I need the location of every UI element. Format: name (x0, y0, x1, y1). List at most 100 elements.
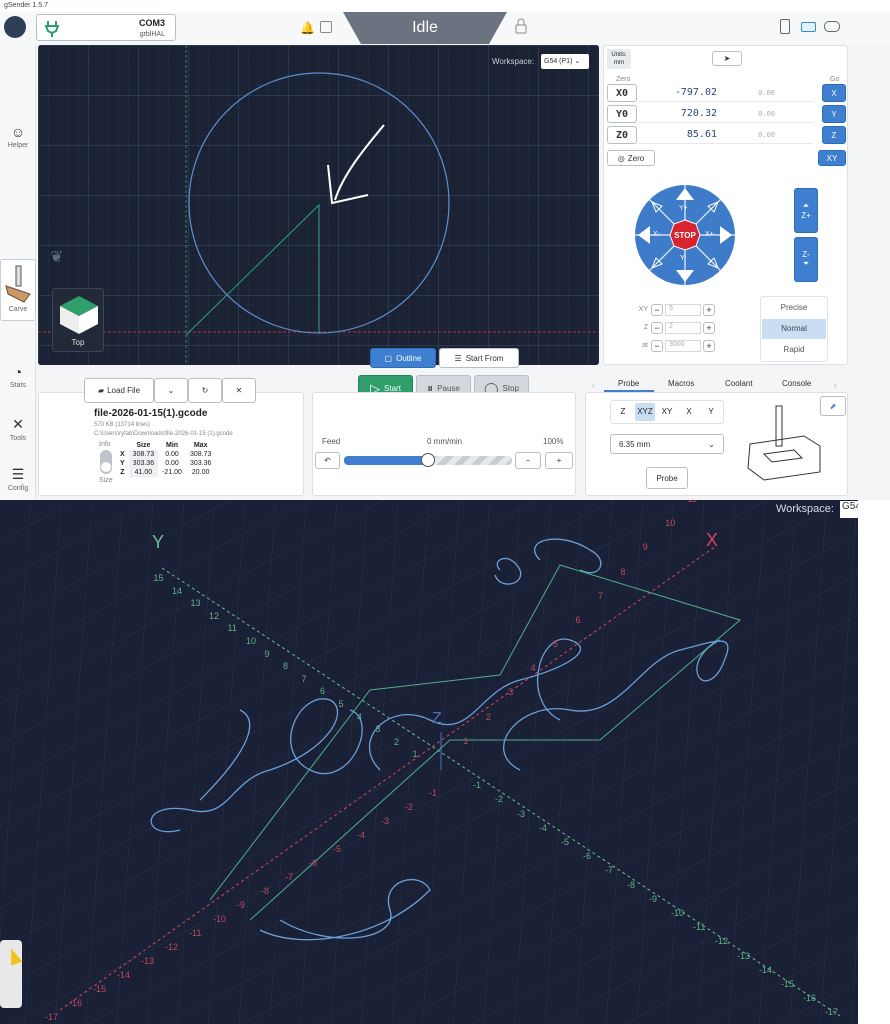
go-xy-button[interactable]: XY (818, 150, 846, 166)
view-cube-button[interactable]: Top (52, 288, 104, 352)
recent-files-button[interactable]: ⌄ (154, 378, 188, 403)
step-xy-value: 5 (669, 305, 673, 312)
tab-probe[interactable]: Probe (618, 379, 639, 388)
size-cell: 308.73 (128, 450, 159, 459)
workspace-select[interactable]: G54 (P1) ⌄ (541, 54, 589, 69)
y-tick-label: 12 (209, 610, 220, 621)
probe-axis-xyz[interactable]: XYZ (635, 403, 655, 421)
x-tick-label: 8 (620, 566, 626, 577)
zero-x-button[interactable]: X0 (607, 84, 637, 102)
info-size-toggle[interactable] (100, 450, 112, 474)
visualizer-3d[interactable]: Workspace: G54 Y X Z 1234567891011121314… (0, 500, 858, 1024)
stop-jog-button[interactable]: STOP (671, 231, 699, 240)
size-cell: Z (120, 469, 125, 476)
bell-icon[interactable]: 🔔 (300, 21, 315, 35)
step-speed-input[interactable]: 3000 (665, 340, 701, 352)
jog-speed-rapid[interactable]: Rapid (762, 340, 826, 360)
step-xy-increase[interactable]: + (703, 304, 715, 316)
outline-label: Outline (396, 353, 422, 363)
step-speed-label: at (642, 342, 648, 349)
external-link-icon: ⬈ (829, 401, 837, 411)
x-tick-label: -15 (93, 984, 107, 994)
axis-work-position: -797.02 (674, 87, 717, 98)
zero-all-button[interactable]: ◎ Zero (607, 150, 655, 166)
go-z-button[interactable]: Z (822, 126, 846, 144)
probe-axis-z[interactable]: Z (613, 403, 633, 421)
zero-z-button[interactable]: Z0 (607, 126, 637, 144)
axis-readout-x[interactable]: -797.02 0.00 (639, 84, 813, 102)
jog-speed-normal[interactable]: Normal (762, 319, 826, 339)
minus-icon: − (654, 323, 660, 333)
jog-z-minus-button[interactable]: Z- ⏷ (794, 237, 818, 282)
tab-console[interactable]: Console (782, 379, 811, 388)
go-y-button[interactable]: Y (822, 105, 846, 123)
keyboard-icon[interactable] (801, 22, 816, 32)
probe-diameter-select[interactable]: 6.35 mm ⌄ (610, 434, 724, 454)
step-z-input[interactable]: 2 (665, 322, 701, 334)
step-speed-increase[interactable]: + (703, 340, 715, 352)
feed-reset-button[interactable]: ↶ (315, 452, 340, 469)
visualizer-2d[interactable]: Workspace: G54 (P1) ⌄ ❦ Top (38, 45, 599, 365)
step-xy-decrease[interactable]: − (651, 304, 663, 316)
goto-button[interactable]: ➤ (712, 51, 742, 66)
probe-expand-button[interactable]: ⬈ (820, 396, 846, 416)
step-z-increase[interactable]: + (703, 322, 715, 334)
step-xy-input[interactable]: 5 (665, 304, 701, 316)
minus-icon: − (525, 456, 531, 465)
close-file-button[interactable]: ✕ (222, 378, 256, 403)
go-x-button[interactable]: X (822, 84, 846, 102)
connection-button[interactable]: COM3 grblHAL (36, 14, 176, 41)
gallery-icon[interactable] (320, 21, 332, 33)
sidebar-item-stats[interactable]: ◔ Stats (0, 364, 36, 389)
jog-z-plus-button[interactable]: ⏶ Z+ (794, 188, 818, 233)
lock-icon[interactable] (515, 18, 527, 34)
load-file-button[interactable]: ▰ Load File (84, 378, 154, 403)
feed-increase-button[interactable]: + (545, 452, 573, 469)
zero-y-button[interactable]: Y0 (607, 105, 637, 123)
feed-slider-thumb[interactable] (421, 453, 435, 467)
x-tick-label: -7 (285, 872, 294, 882)
probe-axis-y[interactable]: Y (701, 403, 721, 421)
feed-decrease-button[interactable]: − (515, 452, 541, 469)
reload-file-button[interactable]: ↻ (188, 378, 222, 403)
list-icon: ☰ (454, 353, 462, 363)
size-cell: X (120, 451, 125, 458)
step-z-decrease[interactable]: − (651, 322, 663, 334)
refresh-icon: ↻ (201, 386, 209, 395)
sidebar-item-config[interactable]: ☰ Config (0, 466, 36, 492)
tabs-left-arrow[interactable]: ‹ (592, 381, 595, 390)
mobile-icon[interactable] (780, 19, 790, 34)
tabs-right-arrow[interactable]: › (834, 381, 837, 390)
tab-coolant[interactable]: Coolant (725, 379, 753, 388)
window-title: gSender 1.5.7 (4, 2, 48, 9)
axis-readout-y[interactable]: 720.32 0.00 (639, 105, 813, 123)
axis-machine-position: 0.00 (758, 131, 775, 139)
view-cube-label: Top (71, 338, 85, 347)
probe-axis-x[interactable]: X (679, 403, 699, 421)
gamepad-icon[interactable] (824, 21, 840, 32)
probe-button[interactable]: Probe (646, 467, 688, 489)
probe-axis-xy[interactable]: XY (657, 403, 677, 421)
tab-macros[interactable]: Macros (668, 379, 694, 388)
jog-speed-precise[interactable]: Precise (762, 298, 826, 318)
toolpath-3d-canvas (0, 500, 858, 1024)
step-speed-decrease[interactable]: − (651, 340, 663, 352)
helper-icon: ☺ (10, 124, 26, 140)
y-tick-label: 8 (283, 661, 289, 672)
chevron-down-icon: ⌄ (574, 58, 581, 65)
jog-x-minus-label: X- (653, 231, 660, 238)
go-header: Go (830, 76, 840, 83)
axis-readout-z[interactable]: 85.61 0.00 (639, 126, 813, 144)
y-tick-label: 6 (320, 686, 326, 697)
undo-icon: ↶ (324, 456, 331, 465)
y-tick-label: 2 (394, 736, 400, 747)
x-tick-label: -1 (429, 788, 438, 798)
sidebar-item-helper[interactable]: ☺ Helper (0, 124, 36, 149)
workspace-3d-value[interactable]: G54 (840, 501, 858, 518)
sidebar-item-carve[interactable]: Carve (0, 259, 36, 321)
step-speed-value: 3000 (669, 341, 685, 348)
outline-button[interactable]: ▢ Outline (370, 348, 436, 368)
start-from-button[interactable]: ☰ Start From (439, 348, 519, 368)
feed-override-slider[interactable] (344, 453, 512, 467)
sidebar-item-tools[interactable]: ✕ Tools (0, 416, 36, 442)
